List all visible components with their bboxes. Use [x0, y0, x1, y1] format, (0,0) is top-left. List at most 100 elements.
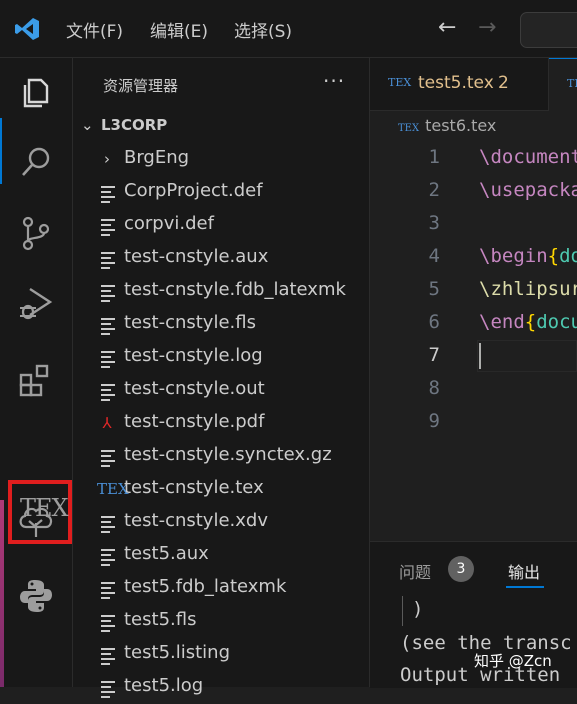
tree-file[interactable]: TEX test-cnstyle.tex — [73, 473, 369, 506]
tree-file[interactable]: test5.aux — [73, 539, 369, 572]
tree-item-label: test-cnstyle.fls — [124, 312, 256, 333]
tex-file-icon: TEX — [97, 480, 129, 498]
tree-item-label: test-cnstyle.xdv — [124, 510, 268, 531]
tree-item-label: test-cnstyle.pdf — [124, 411, 265, 432]
search-icon[interactable] — [16, 142, 56, 182]
tree-file[interactable]: test5.fls — [73, 605, 369, 638]
tree-file[interactable]: test-cnstyle.out — [73, 374, 369, 407]
workspace-root-label: L3CORP — [101, 116, 168, 134]
line-number: 9 — [428, 410, 440, 432]
tree-file[interactable]: corpvi.def — [73, 209, 369, 242]
tree-item-label: test5.fls — [124, 609, 197, 630]
file-lines-icon — [101, 186, 115, 206]
file-lines-icon — [101, 384, 115, 404]
line-number: 7 — [428, 344, 440, 366]
file-lines-icon — [101, 450, 115, 470]
tree-file[interactable]: test-cnstyle.fls — [73, 308, 369, 341]
tab-test5[interactable]: TEX test5.tex 2 — [370, 58, 549, 110]
tree-file[interactable]: test-cnstyle.aux — [73, 242, 369, 275]
file-lines-icon — [101, 318, 115, 338]
current-line-highlight — [477, 340, 577, 372]
active-tab-underline — [506, 586, 544, 588]
tree-item-label: test-cnstyle.synctex.gz — [124, 444, 332, 465]
code-line-1[interactable]: \document — [479, 146, 577, 168]
watermark: 知乎 @Zcn — [474, 652, 552, 670]
menu-file[interactable]: 文件(F) — [66, 17, 123, 42]
line-number: 6 — [428, 311, 440, 333]
tab-label: test5.tex — [418, 73, 494, 93]
vscode-logo-icon — [15, 18, 39, 40]
line-number: 3 — [428, 212, 440, 234]
menu-edit[interactable]: 编辑(E) — [150, 17, 208, 42]
file-lines-icon — [101, 516, 115, 536]
file-lines-icon — [101, 615, 115, 635]
tree-item-label: CorpProject.def — [124, 180, 263, 201]
run-debug-icon[interactable] — [16, 283, 56, 323]
tree-item-label: test5.listing — [124, 642, 231, 663]
sidebar-title: 资源管理器 — [103, 77, 179, 95]
output-line-1: ) — [412, 598, 424, 620]
tree-file[interactable]: CorpProject.def — [73, 176, 369, 209]
tex-file-icon: TEX — [398, 123, 420, 134]
line-number: 2 — [428, 179, 440, 201]
code-line-6[interactable]: \end{docu — [479, 311, 577, 333]
tree-item-label: BrgEng — [124, 147, 190, 168]
command-center-search[interactable] — [520, 12, 577, 48]
file-lines-icon — [101, 285, 115, 305]
tree-item-label: test-cnstyle.aux — [124, 246, 269, 267]
tree-item-label: test-cnstyle.tex — [124, 477, 264, 498]
code-line-5[interactable]: \zhlipsur — [479, 278, 577, 300]
file-lines-icon — [101, 219, 115, 239]
activity-bar: TEX — [0, 58, 73, 687]
tab-problem-count: 2 — [498, 73, 509, 93]
file-lines-icon — [101, 351, 115, 371]
tex-file-icon: TEX — [388, 76, 412, 89]
code-line-2[interactable]: \usepacka — [479, 179, 577, 201]
more-actions-icon[interactable]: ··· — [323, 69, 345, 93]
tree-file[interactable]: test-cnstyle.fdb_latexmk — [73, 275, 369, 308]
python-icon[interactable] — [16, 576, 56, 616]
tree-file[interactable]: test5.listing — [73, 638, 369, 671]
file-lines-icon — [101, 648, 115, 668]
tree-item-label: test-cnstyle.out — [124, 378, 265, 399]
extensions-icon[interactable] — [16, 361, 56, 401]
file-lines-icon — [101, 681, 115, 701]
indent-guide — [402, 596, 403, 626]
line-number: 8 — [428, 377, 440, 399]
line-number: 5 — [428, 278, 440, 300]
chevron-right-icon: › — [104, 150, 110, 168]
forward-arrow-icon[interactable]: → — [478, 15, 496, 40]
explorer-icon[interactable] — [16, 72, 56, 112]
tree-file[interactable]: test5.log — [73, 671, 369, 704]
workspace-root[interactable]: ⌄ L3CORP — [81, 116, 167, 134]
chevron-down-icon: ⌄ — [81, 116, 94, 134]
tree-icon[interactable] — [16, 503, 56, 543]
tree-file[interactable]: test-cnstyle.synctex.gz — [73, 440, 369, 473]
tab-output[interactable]: 输出 — [508, 559, 540, 583]
tree-item-label: test5.log — [124, 675, 204, 696]
file-lines-icon — [101, 549, 115, 569]
file-lines-icon — [101, 582, 115, 602]
text-cursor — [479, 343, 481, 369]
tree-folder[interactable]: › BrgEng — [73, 143, 369, 176]
explorer-sidebar: 资源管理器 ··· ⌄ L3CORP › BrgEng CorpProject.def… — [73, 58, 370, 698]
tree-item-label: test5.aux — [124, 543, 209, 564]
tree-file[interactable]: test-cnstyle.xdv — [73, 506, 369, 539]
source-control-icon[interactable] — [16, 213, 56, 253]
back-arrow-icon[interactable]: ← — [438, 15, 456, 40]
tex-file-icon: TEX — [567, 77, 577, 90]
menu-selection[interactable]: 选择(S) — [234, 17, 292, 42]
breadcrumb[interactable]: TEX test6.tex — [398, 116, 496, 135]
title-bar: 文件(F) 编辑(E) 选择(S) ← → — [0, 0, 577, 58]
code-line-4[interactable]: \begin{do — [479, 245, 577, 267]
tree-item-label: corpvi.def — [124, 213, 214, 234]
line-number: 1 — [428, 146, 440, 168]
tab-test6[interactable]: TEX — [549, 58, 577, 111]
tree-file[interactable]: test5.fdb_latexmk — [73, 572, 369, 605]
tab-problems[interactable]: 问题 — [399, 559, 431, 583]
line-number: 4 — [428, 245, 440, 267]
tree-item-label: test-cnstyle.log — [124, 345, 263, 366]
tree-item-label: test-cnstyle.fdb_latexmk — [124, 279, 346, 300]
tree-file[interactable]: test-cnstyle.log — [73, 341, 369, 374]
tree-file[interactable]: ⅄ test-cnstyle.pdf — [73, 407, 369, 440]
